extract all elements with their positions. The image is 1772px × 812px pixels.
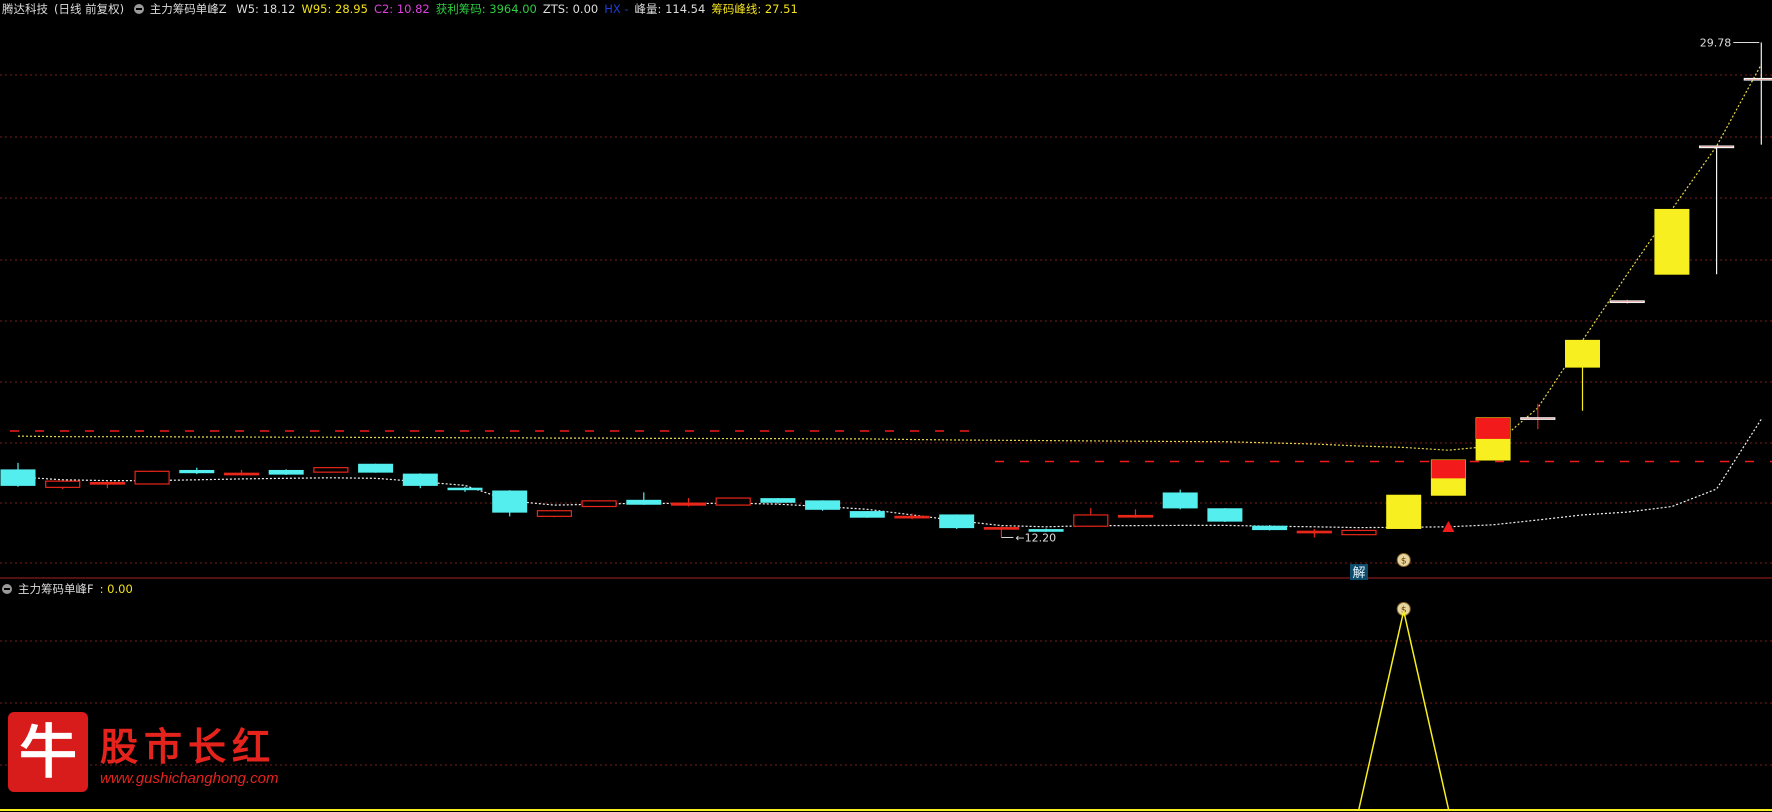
stock-name: 腾达科技 [2, 2, 48, 16]
settings-gear-icon[interactable] [2, 584, 12, 594]
candle-body [179, 469, 215, 474]
indicator-name[interactable]: 主力筹码单峰Z [150, 2, 227, 16]
chart-canvas[interactable]: $ $ 解 ←12.20 29.78 腾达科技 (日线 前复权) 主力筹码单峰Z W5: … [0, 0, 1772, 812]
candle-body [715, 497, 751, 506]
indicator-item: ZTS: 0.00 [542, 2, 599, 16]
candle-body [1117, 514, 1154, 518]
candle-body [447, 487, 483, 491]
candle-body [1207, 508, 1243, 522]
candle-body [760, 498, 796, 503]
indicator-item: HX - [604, 2, 629, 16]
candle-body [223, 472, 260, 476]
candle-body [1073, 514, 1109, 527]
low-price-label: ←12.20 [1015, 531, 1056, 544]
candle-body [1565, 339, 1600, 368]
candle-body [402, 473, 438, 486]
signal-red-block [1431, 460, 1466, 479]
up-triangle-icon [1442, 521, 1455, 532]
candle-body [1162, 492, 1198, 509]
indicator-item: 获利筹码: 3964.00 [435, 2, 537, 16]
candle-body [670, 502, 707, 506]
candle-body [1698, 145, 1735, 149]
candle-body [313, 467, 349, 473]
candle-body [1743, 77, 1772, 81]
candle-body [89, 481, 126, 485]
candle-body [1386, 494, 1422, 529]
indicator-item: 筹码峰线: 27.51 [711, 2, 798, 16]
indicator-item: C2: 10.82 [373, 2, 430, 16]
candle-body [45, 480, 81, 488]
candle-body [1341, 529, 1377, 536]
candle-body [1520, 417, 1556, 420]
jie-label: 解 [1352, 566, 1365, 581]
indicator-item: W95: 28.95 [301, 2, 368, 16]
candle-body [536, 510, 573, 517]
candle-body [492, 490, 528, 513]
candle-body [983, 527, 1020, 530]
settings-gear-icon[interactable] [133, 4, 144, 14]
moneybag-symbol: $ [1401, 557, 1407, 567]
main-indicator-header: 腾达科技 (日线 前复权) 主力筹码单峰Z W5: 18.12 W95: 28.95… [2, 1, 810, 17]
watermark-logo: 牛 股市长红 www.gushichanghong.com [8, 712, 308, 797]
sub-indicator-header: 主力筹码单峰F : 0.00 [2, 581, 139, 597]
candle-body [894, 515, 930, 519]
candle-body [1609, 300, 1645, 304]
candle-body [626, 499, 662, 505]
sub-indicator-name[interactable]: 主力筹码单峰F [18, 582, 94, 596]
indicator-item: W5: 18.12 [236, 2, 296, 16]
chip-peak-line [17, 64, 1762, 451]
candle-body [1252, 525, 1288, 531]
logo-character: 牛 [18, 718, 77, 786]
indicator-values: W5: 18.12 W95: 28.95 C2: 10.82 获利筹码: 3964.0… [236, 2, 803, 16]
candle-body [358, 463, 394, 473]
candle-body [1296, 530, 1332, 534]
candle-body [268, 469, 304, 475]
candlestick-chart[interactable]: $$解←12.2029.78 [0, 0, 1772, 812]
candle-body [939, 514, 975, 529]
logo-title: 股市长红 [100, 724, 277, 769]
candle-body [849, 511, 885, 518]
indicator-item: 峰量: 114.54 [634, 2, 706, 16]
candle-body [1654, 208, 1690, 275]
high-price-label: 29.78 [1700, 36, 1732, 49]
period-label: (日线 前复权) [54, 2, 125, 16]
candle-body [0, 469, 36, 486]
sub-indicator-value: : 0.00 [99, 582, 133, 596]
logo-url: www.gushichanghong.com [100, 770, 279, 787]
candle-body [134, 470, 170, 485]
candle-body [805, 500, 841, 510]
signal-red-block [1476, 417, 1511, 439]
candle-body [581, 500, 617, 508]
